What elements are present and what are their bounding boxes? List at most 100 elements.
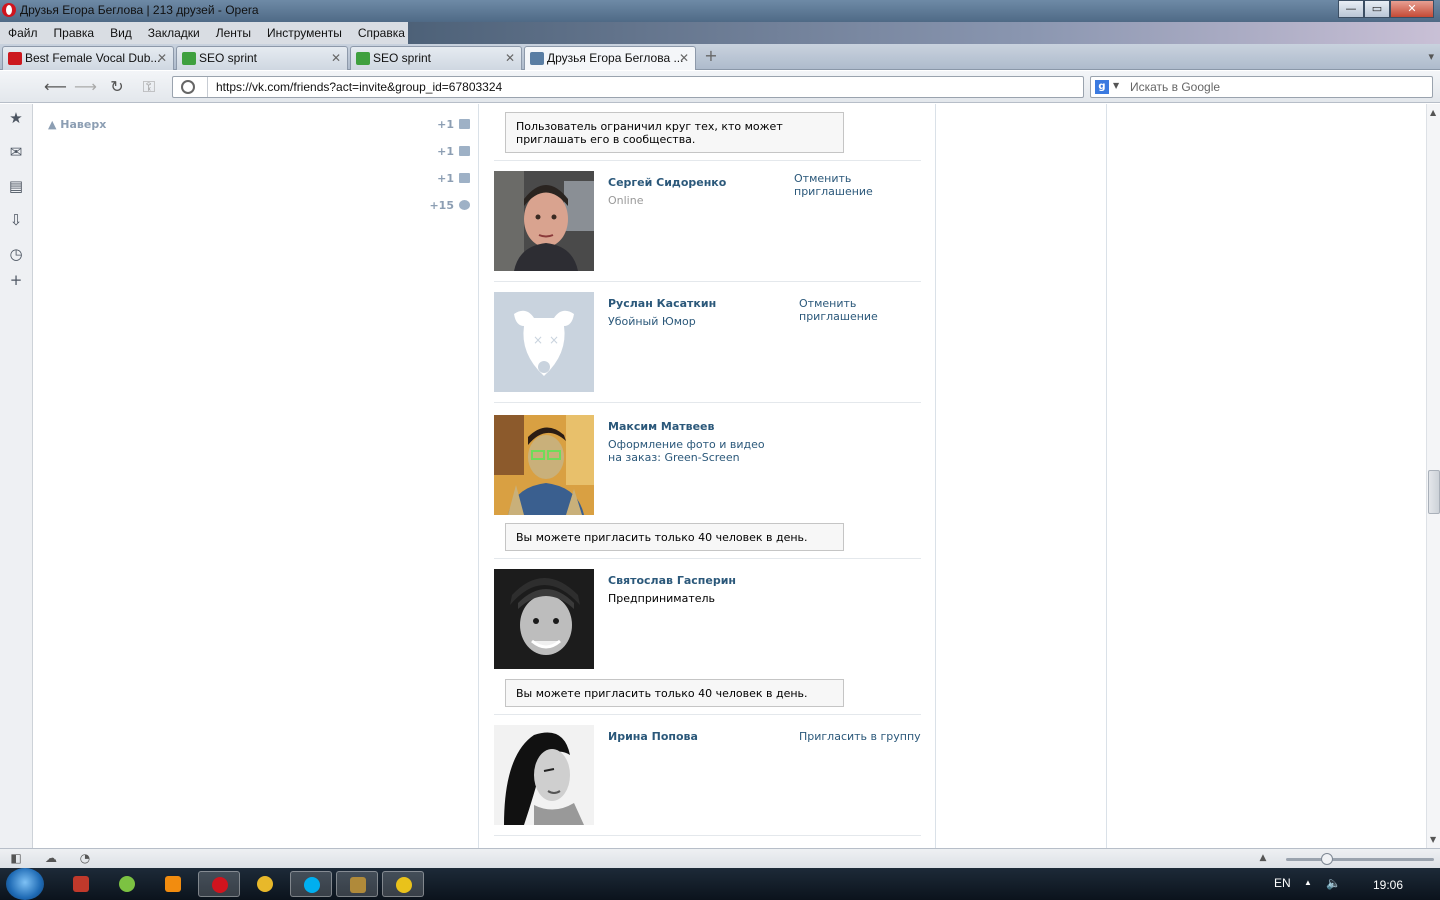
url-divider [207, 77, 208, 97]
tabs-menu-chevron-icon[interactable]: ▾ [1428, 50, 1434, 63]
downloads-icon[interactable]: ⇩ [8, 212, 24, 228]
friend-name[interactable]: Святослав Гасперин [608, 574, 736, 587]
tab-close-icon[interactable]: ✕ [157, 51, 167, 65]
odnoklassniki-icon [165, 876, 181, 892]
divider [494, 281, 921, 282]
search-placeholder[interactable]: Искать в Google [1130, 80, 1220, 94]
message-icon [459, 119, 470, 129]
taskbar-app-chrome[interactable] [244, 871, 286, 897]
friend-row: Сергей Сидоренко Online Отменить приглаш… [494, 171, 921, 271]
friend-group[interactable]: Убойный Юмор [608, 315, 778, 328]
minimize-button[interactable]: — [1338, 0, 1364, 18]
wand-key-icon[interactable]: ⚿ [139, 78, 159, 96]
seosprint-icon [182, 52, 196, 65]
history-icon[interactable]: ◷ [8, 246, 24, 262]
counter-comments[interactable]: +1 [424, 172, 470, 199]
opera-unite-icon[interactable]: ☁ [44, 852, 58, 865]
taskbar-app-odnoklassniki[interactable] [152, 871, 194, 897]
add-panel-icon[interactable]: + [8, 272, 24, 288]
friend-name[interactable]: Сергей Сидоренко [608, 176, 726, 189]
menu-feeds[interactable]: Ленты [216, 26, 251, 40]
cancel-invite-link[interactable]: Отменить приглашение [799, 297, 889, 323]
scroll-down-icon[interactable]: ▼ [1430, 835, 1436, 844]
turbo-icon[interactable]: ◔ [78, 852, 92, 865]
volume-icon[interactable]: 🔈 [1326, 876, 1341, 890]
language-indicator[interactable]: EN [1274, 876, 1291, 890]
reload-icon[interactable]: ↻ [107, 78, 127, 96]
tab-close-icon[interactable]: ✕ [679, 51, 689, 65]
site-info-icon[interactable] [181, 80, 195, 94]
tray-expand-icon[interactable]: ▲ [1304, 878, 1312, 887]
search-engine-chevron-icon[interactable]: ▼ [1113, 81, 1119, 90]
tab-vk-friends[interactable]: Друзья Егора Беглова ... ✕ [524, 46, 696, 70]
filezilla-icon [73, 876, 89, 892]
opera-icon [212, 877, 228, 893]
google-icon[interactable]: g [1095, 80, 1109, 94]
cancel-invite-link[interactable]: Отменить приглашение [794, 172, 921, 198]
avatar[interactable]: × × [494, 292, 594, 392]
panel-toggle-icon[interactable]: ◧ [9, 852, 23, 865]
scroll-to-top-button[interactable]: ▲ Наверх [48, 118, 106, 131]
menu-help[interactable]: Справка [358, 26, 405, 40]
menu-bookmarks[interactable]: Закладки [148, 26, 200, 40]
taskbar-app-opera[interactable] [198, 871, 240, 897]
taskbar-app-radiation[interactable] [382, 871, 424, 897]
scroll-up-icon[interactable]: ▲ [1430, 108, 1436, 117]
taskbar-app-browser[interactable] [106, 871, 148, 897]
svg-text:×: × [549, 333, 559, 347]
avatar[interactable] [494, 415, 594, 515]
menu-tools[interactable]: Инструменты [267, 26, 342, 40]
invite-to-group-link[interactable]: Пригласить в группу [799, 730, 921, 743]
maximize-button[interactable]: ▭ [1364, 0, 1390, 18]
online-status: Online [608, 194, 644, 207]
invite-limit-notice: Вы можете пригласить только 40 человек в… [505, 523, 844, 551]
menu-edit[interactable]: Правка [54, 26, 95, 40]
taskbar-app-warcraft[interactable] [336, 871, 378, 897]
menu-view[interactable]: Вид [110, 26, 132, 40]
menu-file[interactable]: Файл [8, 26, 38, 40]
friends-list-column: Пользователь ограничил круг тех, кто мож… [478, 104, 936, 848]
tab-seosprint-1[interactable]: SEO sprint ✕ [176, 46, 348, 70]
taskbar-app-filezilla[interactable] [60, 871, 102, 897]
forward-icon[interactable]: ⟶ [74, 78, 97, 96]
tab-label: Друзья Егора Беглова ... [547, 51, 684, 65]
tab-seosprint-2[interactable]: SEO sprint ✕ [350, 46, 522, 70]
status-bar: ◧ ☁ ◔ ▲ [0, 848, 1440, 868]
clock[interactable]: 19:06 [1373, 878, 1403, 892]
zoom-slider-track[interactable] [1286, 858, 1434, 861]
tab-close-icon[interactable]: ✕ [505, 51, 515, 65]
friend-row: Святослав Гасперин Предприниматель [494, 569, 921, 669]
avatar[interactable] [494, 569, 594, 669]
avatar[interactable] [494, 171, 594, 271]
tab-close-icon[interactable]: ✕ [331, 51, 341, 65]
up-label: Наверх [60, 118, 107, 131]
close-button[interactable]: ✕ [1390, 0, 1434, 18]
zoom-slider-handle[interactable] [1321, 853, 1333, 865]
page-content: ▲ Наверх +1 +1 +1 +15 Пользователь огран… [34, 104, 1426, 848]
counter-value: +1 [437, 172, 454, 185]
mail-icon[interactable]: ✉ [8, 144, 24, 160]
counter-settings[interactable]: +15 [424, 199, 470, 226]
scroll-thumb[interactable] [1428, 470, 1440, 514]
friend-group[interactable]: Оформление фото и видео на заказ: Green-… [608, 438, 778, 464]
bookmarks-star-icon[interactable]: ★ [8, 110, 24, 126]
url-field[interactable]: https://vk.com/friends?act=invite&group_… [172, 76, 1084, 98]
search-field[interactable]: g ▼ Искать в Google [1090, 76, 1433, 98]
start-button[interactable] [6, 868, 44, 900]
friend-name[interactable]: Руслан Касаткин [608, 297, 716, 310]
counter-messages[interactable]: +1 [424, 118, 470, 145]
avatar[interactable] [494, 725, 594, 825]
url-text[interactable]: https://vk.com/friends?act=invite&group_… [216, 80, 502, 94]
vertical-scrollbar[interactable]: ▲ ▼ [1426, 104, 1440, 848]
tab-youtube[interactable]: Best Female Vocal Dub... ✕ [2, 46, 174, 70]
counter-value: +1 [437, 145, 454, 158]
back-icon[interactable]: ⟵ [44, 78, 67, 96]
friend-name[interactable]: Максим Матвеев [608, 420, 714, 433]
invite-limit-notice: Вы можете пригласить только 40 человек в… [505, 679, 844, 707]
notes-icon[interactable]: ▤ [8, 178, 24, 194]
taskbar-app-skype[interactable] [290, 871, 332, 897]
counter-friends[interactable]: +1 [424, 145, 470, 172]
new-tab-icon[interactable]: + [703, 48, 719, 64]
view-toggle-icon[interactable]: ▲ [1256, 852, 1270, 865]
friend-name[interactable]: Ирина Попова [608, 730, 698, 743]
